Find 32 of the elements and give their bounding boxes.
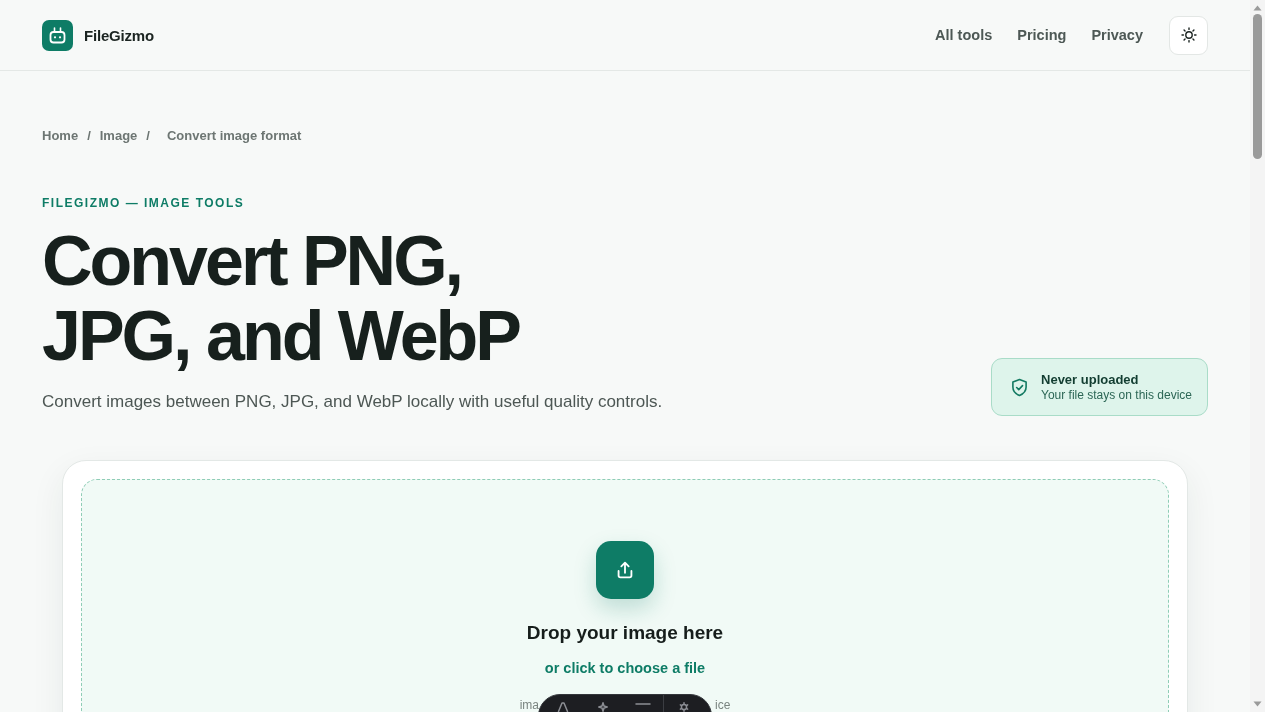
robot-logo-icon (42, 19, 73, 51)
bar-icon[interactable] (635, 702, 651, 706)
choose-file-link[interactable]: or click to choose a file (544, 658, 706, 678)
brand-name: FileGizmo (84, 26, 154, 44)
badge-title: Never uploaded (1041, 371, 1140, 388)
breadcrumb-link[interactable]: Image (99, 128, 138, 144)
nav-link[interactable]: Pricing (1017, 27, 1067, 43)
hint-text: ice (715, 699, 731, 711)
scrollbar-thumb[interactable] (1253, 14, 1262, 159)
breadcrumb-separator: / (87, 128, 91, 144)
hint-text: ima (519, 699, 539, 711)
sun-icon (1180, 27, 1197, 43)
theme-toggle-button[interactable] (1169, 15, 1208, 55)
breadcrumb-current: Convert image format (166, 128, 302, 144)
upload-icon (596, 541, 654, 599)
drop-title: Drop your image here (526, 621, 724, 645)
shield-check-icon (1011, 377, 1028, 397)
peak-icon[interactable] (557, 702, 569, 712)
drop-zone[interactable]: Drop your image here or click to choose a file ima ice (81, 479, 1169, 712)
arrow-down-icon[interactable] (1253, 701, 1262, 707)
arrow-up-icon[interactable] (1253, 5, 1262, 11)
scrollbar[interactable] (1250, 0, 1265, 712)
breadcrumb-link[interactable]: Home (42, 128, 79, 144)
nav-link[interactable]: All tools (935, 27, 993, 43)
page-title: Convert PNG, JPG, and WebP (42, 224, 521, 374)
breadcrumb-separator: / (146, 128, 150, 144)
badge-text: Your file stays on this device (1041, 387, 1192, 403)
nav-link[interactable]: Privacy (1091, 27, 1143, 43)
gear-icon[interactable] (679, 702, 689, 712)
sparkle-icon[interactable] (598, 702, 608, 712)
page-subtitle: Convert images between PNG, JPG, and WebP locally with useful quality controls. (42, 391, 663, 413)
eyebrow-text: FILEGIZMO — IMAGE TOOLS (42, 196, 245, 210)
